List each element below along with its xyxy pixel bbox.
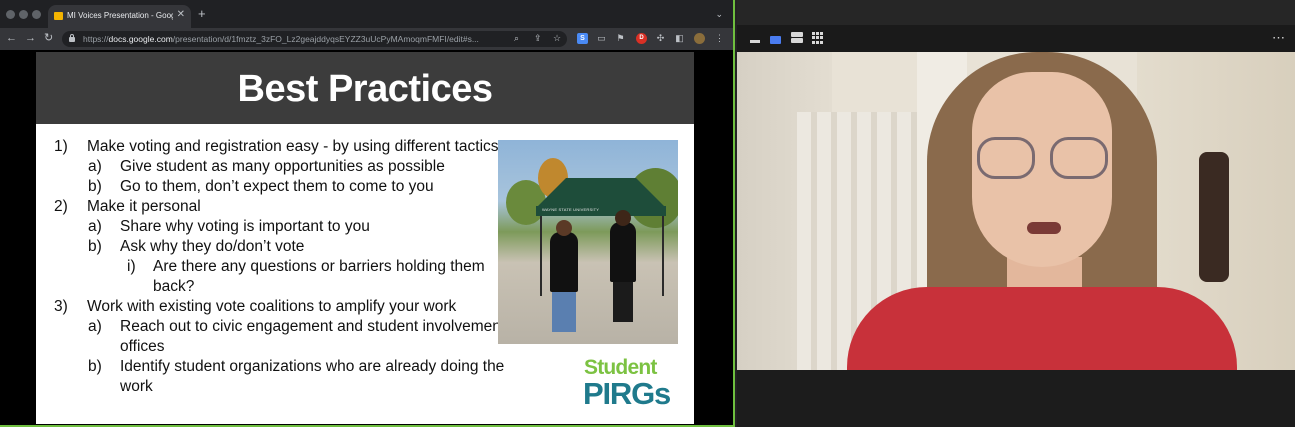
list-text: Ask why they do/don’t vote xyxy=(120,238,305,255)
list-number: a) xyxy=(88,218,102,235)
list-item: b) Identify student organizations who are… xyxy=(54,357,514,397)
window-minimize-dot[interactable] xyxy=(19,10,28,19)
list-text: Share why voting is important to you xyxy=(120,218,370,235)
extension-d-icon[interactable]: D xyxy=(636,33,647,44)
slide-photo-volunteers-tent: WAYNE STATE UNIVERSITY xyxy=(498,140,678,344)
tab-title: MI Voices Presentation - Goog xyxy=(67,11,173,20)
gallery-view-icon[interactable] xyxy=(812,32,824,44)
zoom-search-icon[interactable]: ⌕ xyxy=(514,33,519,44)
list-number: 3) xyxy=(54,298,68,315)
meeting-top-strip xyxy=(737,0,1295,25)
google-slides-icon xyxy=(54,12,63,20)
list-item: a) Reach out to civic engagement and stud… xyxy=(54,317,514,357)
logo-pirgs-text: PIRGs xyxy=(583,376,671,411)
list-text: Give student as many opportunities as po… xyxy=(120,158,445,175)
list-number: b) xyxy=(88,238,102,255)
presentation-slide: Best Practices 1) Make voting and registr… xyxy=(36,52,694,424)
list-text: Reach out to civic engagement and studen… xyxy=(120,318,506,355)
side-panel-icon[interactable]: ◧ xyxy=(674,33,685,44)
list-item: a) Share why voting is important to you xyxy=(54,217,514,237)
list-item: 3) Work with existing vote coalitions to … xyxy=(54,297,514,317)
browser-menu-icon[interactable]: ⋮ xyxy=(714,33,725,44)
list-number: b) xyxy=(88,358,102,375)
list-item: i) Are there any questions or barriers ho… xyxy=(54,257,514,297)
list-text: Identify student organizations who are a… xyxy=(120,358,505,395)
list-number: 1) xyxy=(54,138,68,155)
bookmark-star-icon[interactable]: ☆ xyxy=(553,33,561,44)
meeting-bottom-area xyxy=(737,370,1295,427)
share-icon[interactable]: ⇪ xyxy=(534,33,542,44)
new-tab-button[interactable]: + xyxy=(198,7,206,20)
list-number: a) xyxy=(88,158,102,175)
slide-header: Best Practices xyxy=(36,52,694,124)
list-text: Work with existing vote coalitions to am… xyxy=(87,298,457,315)
url-scheme: https:// xyxy=(83,34,109,44)
forward-button[interactable]: → xyxy=(25,32,36,45)
side-by-side-view-icon[interactable] xyxy=(791,32,803,44)
address-bar[interactable]: https://docs.google.com/presentation/d/1… xyxy=(62,31,567,47)
slide-title: Best Practices xyxy=(237,68,493,110)
minimize-view-icon[interactable] xyxy=(750,40,760,43)
student-pirgs-logo: Student PIRGs xyxy=(583,356,683,414)
list-text: Are there any questions or barriers hold… xyxy=(153,258,485,295)
speaker-view-icon[interactable] xyxy=(770,36,781,44)
list-number: 2) xyxy=(54,198,68,215)
profile-avatar[interactable] xyxy=(694,33,705,44)
list-item: a) Give student as many opportunities as … xyxy=(54,157,514,177)
cast-icon[interactable]: ▭ xyxy=(596,33,607,44)
tab-close-icon[interactable]: ✕ xyxy=(177,9,185,20)
more-options-icon[interactable]: ⋯ xyxy=(1272,30,1285,46)
back-button[interactable]: ← xyxy=(6,32,17,45)
extension-s-icon[interactable]: S xyxy=(577,33,588,44)
list-item: b) Go to them, don’t expect them to come … xyxy=(54,177,514,197)
url-text[interactable]: https://docs.google.com/presentation/d/1… xyxy=(83,34,503,44)
flag-icon[interactable]: ⚑ xyxy=(615,33,626,44)
window-close-dot[interactable] xyxy=(6,10,15,19)
list-text: Go to them, don’t expect them to come to… xyxy=(120,178,434,195)
browser-toolbar: ← → ↻ https://docs.google.com/presentati… xyxy=(0,28,733,50)
tab-strip: MI Voices Presentation - Goog ✕ + ⌄ xyxy=(0,0,733,28)
tab-mi-voices-presentation[interactable]: MI Voices Presentation - Goog ✕ xyxy=(48,5,191,28)
list-text: Make voting and registration easy - by u… xyxy=(87,138,499,155)
participant-video-feed xyxy=(737,52,1295,370)
list-item: 2) Make it personal xyxy=(54,197,514,217)
extensions-puzzle-icon[interactable]: ✣ xyxy=(655,33,666,44)
slide-bullet-list: 1) Make voting and registration easy - by… xyxy=(54,137,514,397)
url-host: docs.google.com xyxy=(108,34,173,44)
url-path: /presentation/d/1fmztz_3zFO_Lz2geajddyqs… xyxy=(172,34,479,44)
lock-icon[interactable] xyxy=(69,34,75,42)
window-zoom-dot[interactable] xyxy=(32,10,41,19)
tab-search-chevron-icon[interactable]: ⌄ xyxy=(715,9,723,20)
tent-banner-text: WAYNE STATE UNIVERSITY xyxy=(542,207,600,212)
list-number: b) xyxy=(88,178,102,195)
reload-button[interactable]: ↻ xyxy=(44,32,53,45)
list-number: a) xyxy=(88,318,102,335)
list-text: Make it personal xyxy=(87,198,201,215)
list-number: i) xyxy=(127,258,136,275)
list-item: 1) Make voting and registration easy - by… xyxy=(54,137,514,157)
list-item: b) Ask why they do/don’t vote xyxy=(54,237,514,257)
